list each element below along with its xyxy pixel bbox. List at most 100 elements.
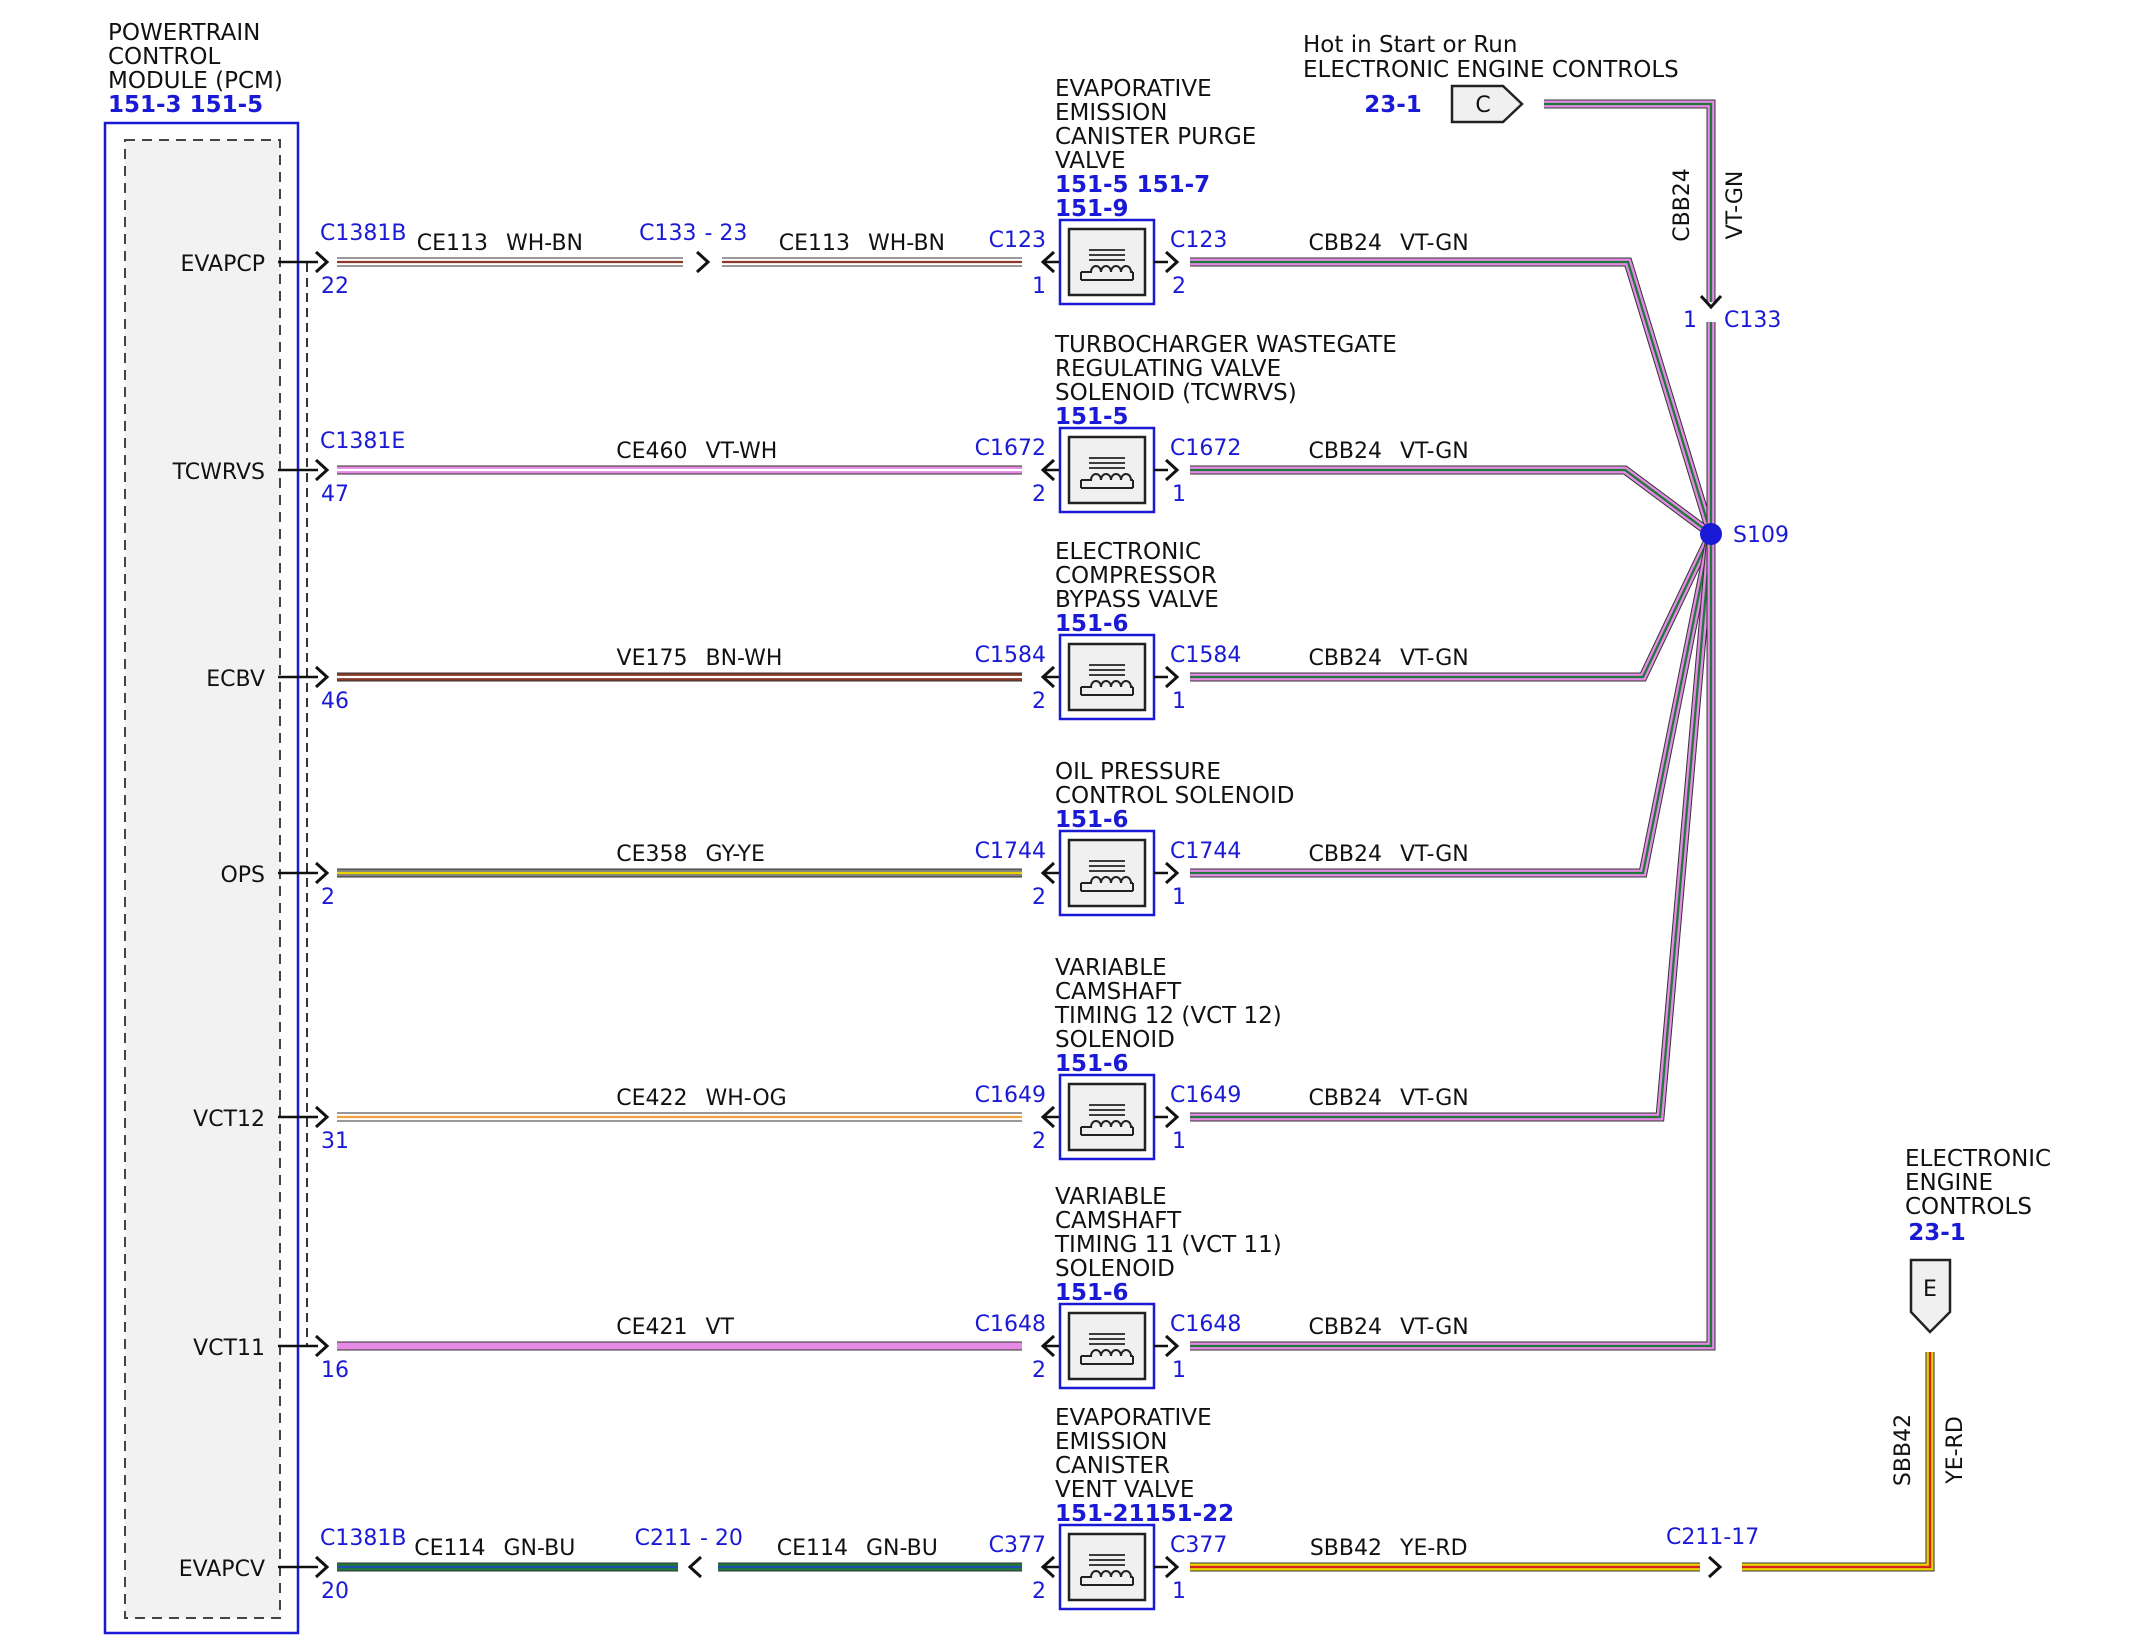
return-circuit-number: SBB42 [1310,1536,1382,1561]
vent-feed-title-line: CONTROLS [1905,1194,2032,1220]
component-pin-in: 2 [1032,689,1046,714]
component-name-line: TURBOCHARGER WASTEGATE [1054,332,1397,358]
component-connector-out: C1672 [1170,436,1241,461]
pcm-pin-number: 31 [321,1129,349,1154]
wire-color-code: WH-OG [706,1086,787,1111]
component-name-line: VARIABLE [1055,955,1167,981]
wire-color-code: WH-BN [506,231,583,256]
power-feed-page-ref: 23-1 [1364,92,1422,118]
return-wire [1190,533,1716,1122]
solenoid-icon [1058,633,1156,721]
component-connector-out: C1649 [1170,1083,1241,1108]
power-connector-letter: C [1475,93,1490,118]
circuit-row-evapcp: EVAPCPC1381B22CE113 WH-BN CE113 WH-BNC133- … [181,76,1716,536]
component-name-line: COMPRESSOR [1055,563,1217,589]
vent-connector-letter: E [1923,1277,1937,1302]
wire-circuit-number: VE175 [617,646,688,671]
power-feed-color: VT-GN [1723,171,1748,240]
pcm-pin-number: 16 [321,1358,349,1383]
splice-name: S109 [1733,523,1789,548]
return-color-code: VT-GN [1400,646,1469,671]
component-name-line: ELECTRONIC [1055,539,1201,565]
component-pin-out: 1 [1172,1129,1186,1154]
wiring-diagram: POWERTRAINCONTROLMODULE (PCM)151-3 151-5… [103,20,2051,1635]
component-name-line: VENT VALVE [1055,1477,1194,1503]
return-circuit-number: CBB24 [1308,439,1382,464]
component-connector-in: C377 [989,1533,1046,1558]
pcm-pin-number: 2 [321,885,335,910]
return-color-code: VT-GN [1400,1086,1469,1111]
wire-circuit-number: CE113 [779,231,850,256]
return-color-code: YE-RD [1399,1536,1468,1561]
pcm-pin-label: OPS [220,863,265,888]
component-pin-in: 2 [1032,1358,1046,1383]
component-page-ref: 151-9 [1055,196,1129,222]
wire-color-code: VT-WH [706,439,778,464]
component-connector-out: C1648 [1170,1312,1241,1337]
component-pin-in: 1 [1032,274,1046,299]
component-connector-in: C1744 [975,839,1046,864]
wire-color-code: VT [706,1315,735,1340]
component-name-line: CANISTER PURGE [1055,124,1256,150]
return-circuit-number: CBB24 [1308,842,1382,867]
pcm-title-line: CONTROL [108,44,221,70]
component-pin-in: 2 [1032,1129,1046,1154]
return-wire [1190,465,1714,538]
wire-color-code: BN-WH [706,646,783,671]
component-connector-out: C1744 [1170,839,1241,864]
component-name-line: VALVE [1055,148,1126,174]
pcm-pin-label: ECBV [206,667,265,692]
component-pin-in: 2 [1032,482,1046,507]
wire-color-code: GY-YE [706,842,765,867]
solenoid-icon [1058,1302,1156,1390]
wire-circuit-number: CE113 [417,231,488,256]
splice-dot-icon [1700,523,1722,545]
return-wire [1190,533,1716,878]
component-page-ref: 151-6 [1055,1280,1129,1306]
circuit-row-tcwrvs: TCWRVS C1381E 47 CE460 VT-WH C1672 C1672 2 1 TURB… [172,332,1714,538]
circuit-row-ops: OPS2CE358 GY-YE C1744 C17442 1OIL PRESSURECO… [220,533,1716,917]
component-name-line: EVAPORATIVE [1055,76,1212,102]
wire-circuit-number: CE114 [777,1536,848,1561]
pcm-connector-name: C1381B [320,1526,406,1551]
wire-color-code: GN-BU [866,1536,938,1561]
svg-text:- 20: - 20 [700,1526,743,1551]
pcm-pin-number: 20 [321,1579,349,1604]
inline-connector-arrow-icon [1707,1555,1723,1579]
inline-connector-arrow-icon [687,1555,703,1579]
circuit-row-evapcv: EVAPCV C1381B 20 CE114 GN-BU CE114 GN-BU C211 - … [179,1405,1700,1611]
vent-inline-connector: C211-17 [1666,1525,1759,1550]
component-name-line: CONTROL SOLENOID [1055,783,1294,809]
component-connector-in: C123 [989,228,1046,253]
wire-circuit-number: CE421 [616,1315,687,1340]
component-name-line: CAMSHAFT [1055,979,1182,1005]
inline-connector-arrow-icon [695,250,711,274]
component-name-line: OIL PRESSURE [1055,759,1221,785]
component-name-line: SOLENOID (TCWRVS) [1055,380,1297,406]
svg-text:C133: C133 [639,221,696,246]
component-name-line: REGULATING VALVE [1055,356,1281,382]
vent-feed-circuit: SBB42 [1891,1414,1916,1486]
component-connector-in: C1672 [975,436,1046,461]
component-page-ref: 151-21151-22 [1055,1501,1234,1527]
component-pin-out: 1 [1172,689,1186,714]
wire-circuit-number: CE460 [616,439,687,464]
svg-text:- 23: - 23 [705,221,748,246]
component-name-line: TIMING 11 (VCT 11) [1054,1232,1282,1258]
wire-circuit-number: CE114 [414,1536,485,1561]
pcm-pin-number: 22 [321,274,349,299]
component-connector-in: C1649 [975,1083,1046,1108]
pcm-pin-number: 46 [321,689,349,714]
solenoid-icon [1058,426,1156,514]
component-connector-out: C377 [1170,1533,1227,1558]
power-feed-circuit: CBB24 [1670,168,1695,242]
circuit-row-vct12: VCT12 31 CE422 WH-OG C1649 C1649 2 1 VARIABLECAM… [193,533,1716,1161]
component-name-line: CAMSHAFT [1055,1208,1182,1234]
component-name-line: EMISSION [1055,1429,1167,1455]
power-feed-source: ELECTRONIC ENGINE CONTROLS [1303,57,1679,83]
return-color-code: VT-GN [1400,231,1469,256]
pcm-title-line: POWERTRAIN [108,20,260,46]
component-name-line: CANISTER [1055,1453,1170,1479]
component-name-line: BYPASS VALVE [1055,587,1219,613]
pcm-internal-bus [278,261,308,1345]
